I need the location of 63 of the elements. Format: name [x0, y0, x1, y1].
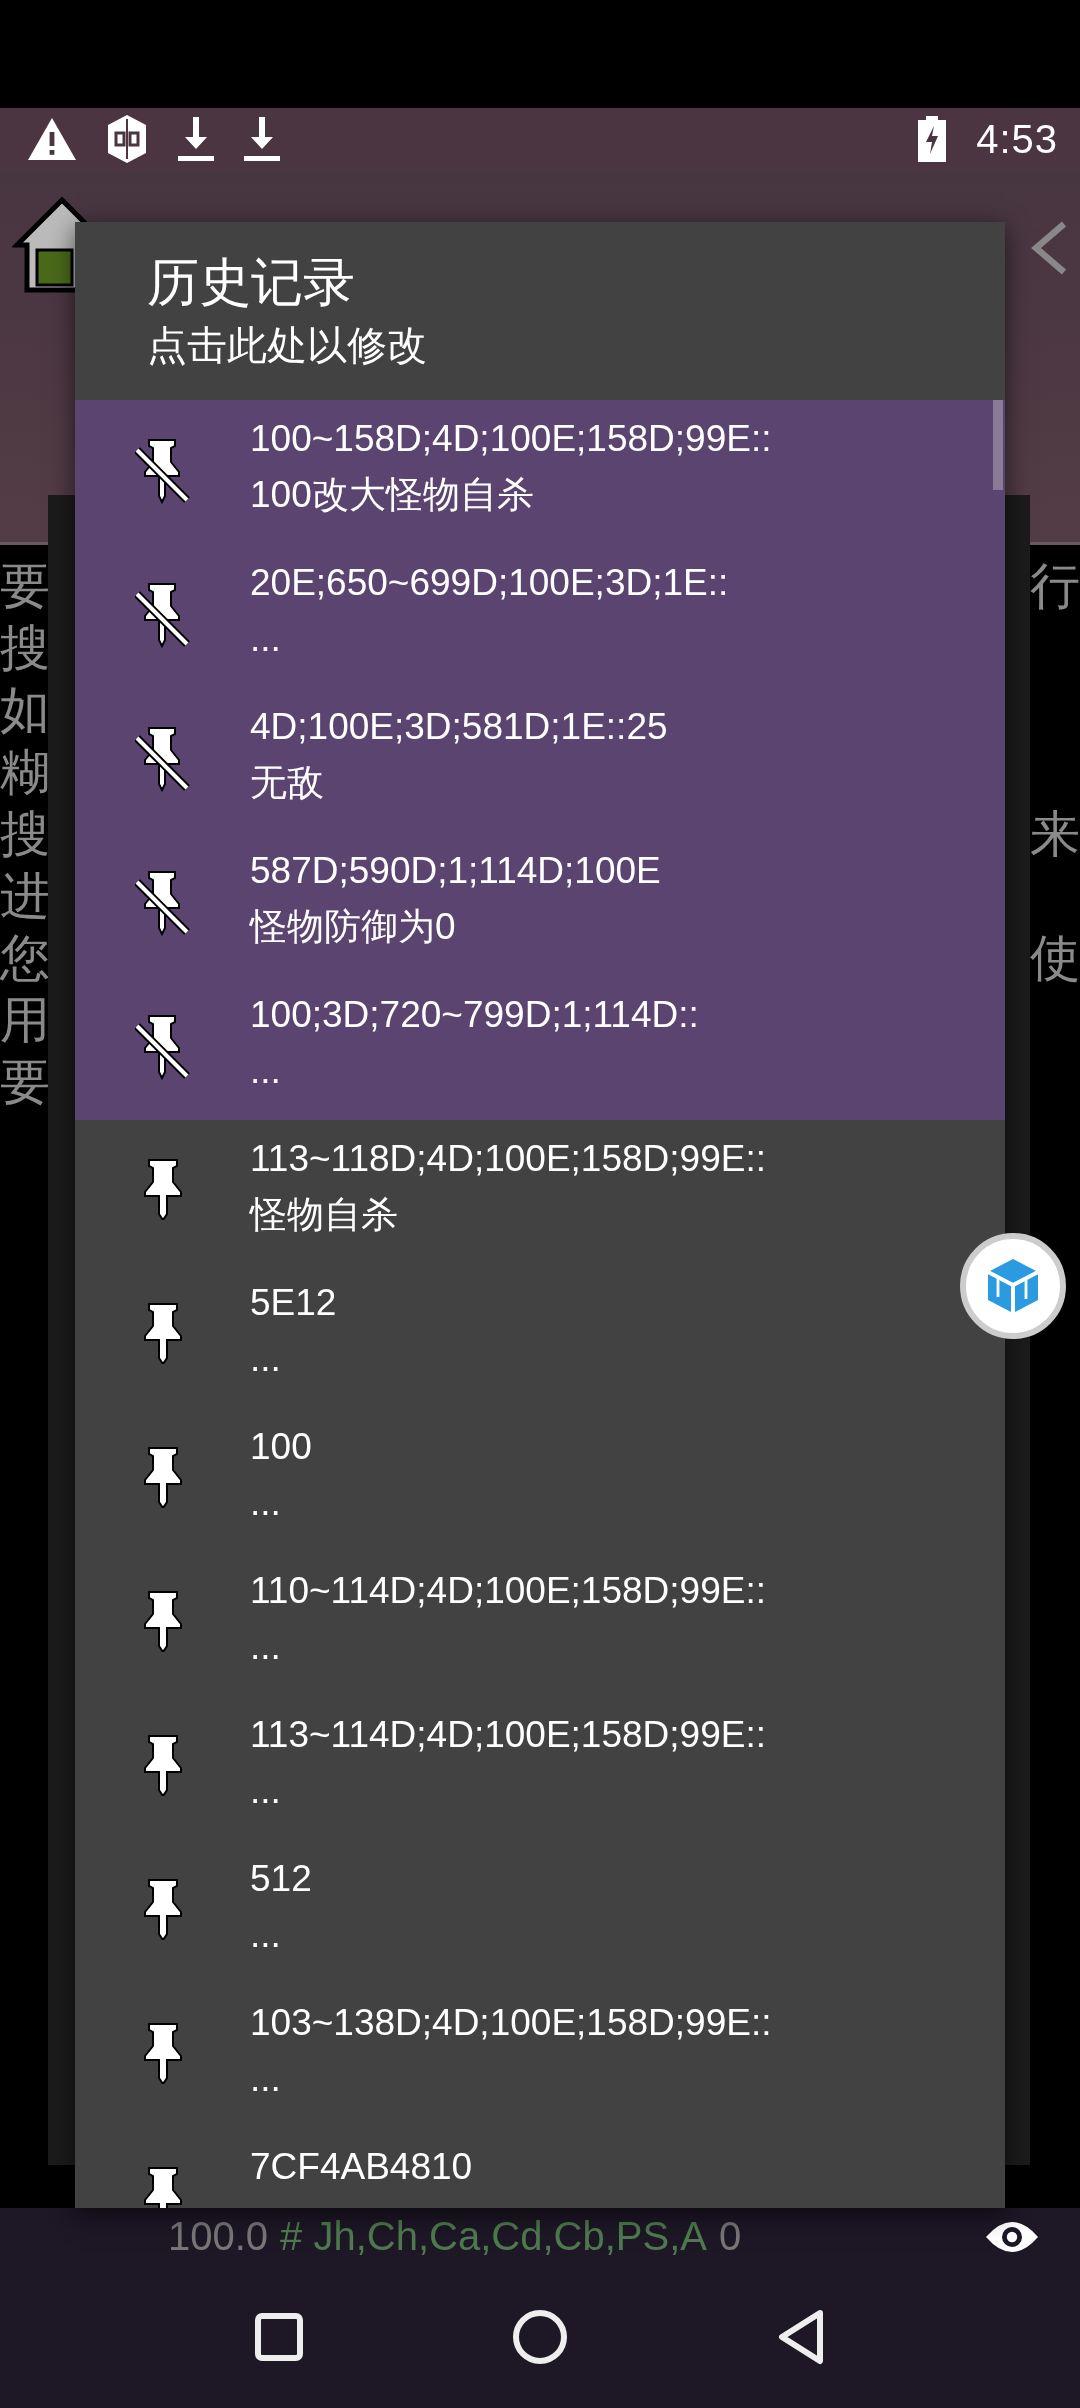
- history-note: 无敌: [250, 761, 325, 805]
- history-item[interactable]: 113~118D;4D;100E;158D;99E:: 怪物自杀: [75, 1120, 1005, 1264]
- history-value: 100~158D;4D;100E;158D;99E::: [250, 417, 772, 461]
- crossed-pin-icon[interactable]: [134, 1014, 191, 1080]
- history-value: 100;3D;720~799D;1;114D::: [250, 993, 699, 1037]
- history-item[interactable]: 100 ...: [75, 1408, 1005, 1552]
- history-item[interactable]: 113~114D;4D;100E;158D;99E:: ...: [75, 1696, 1005, 1840]
- recents-button[interactable]: [254, 2311, 304, 2362]
- background-text: 行: [1030, 557, 1080, 616]
- back-button[interactable]: [776, 2308, 826, 2365]
- warning-icon: [28, 118, 76, 160]
- history-note: 怪物防御为0: [250, 905, 457, 949]
- history-value: 5E12: [250, 1281, 337, 1325]
- history-value: 4D;100E;3D;581D;1E::25: [250, 705, 668, 749]
- history-item[interactable]: 4D;100E;3D;581D;1E::25 无敌: [75, 688, 1005, 832]
- history-value: 100: [250, 1425, 312, 1469]
- history-value: 113~114D;4D;100E;158D;99E::: [250, 1713, 766, 1757]
- history-item[interactable]: 20E;650~699D;100E;3D;1E:: ...: [75, 544, 1005, 688]
- history-item[interactable]: 100~158D;4D;100E;158D;99E:: 100改大怪物自杀: [75, 400, 1005, 544]
- history-note: ...: [250, 1625, 282, 1669]
- crossed-pin-icon[interactable]: [134, 582, 191, 648]
- background-text: 使: [1030, 929, 1080, 988]
- history-value: 103~138D;4D;100E;158D;99E::: [250, 2001, 772, 2045]
- history-note: ...: [250, 1481, 282, 1525]
- cube-icon: [986, 1257, 1040, 1315]
- history-item[interactable]: 512 ...: [75, 1840, 1005, 1984]
- history-item[interactable]: 7CF4AB4810: [75, 2128, 1005, 2208]
- background-text: 要搜如糊搜进您用要: [0, 557, 51, 1112]
- history-note: ...: [250, 617, 282, 661]
- history-item[interactable]: 103~138D;4D;100E;158D;99E:: ...: [75, 1984, 1005, 2128]
- history-note: 怪物自杀: [250, 1193, 399, 1237]
- history-note: ...: [250, 1769, 282, 1813]
- dialog-subtitle: 点击此处以修改: [147, 322, 428, 369]
- history-item[interactable]: 587D;590D;1;114D;100E 怪物防御为0: [75, 832, 1005, 976]
- history-value: 110~114D;4D;100E;158D;99E::: [250, 1569, 766, 1613]
- background-text: 来: [1030, 805, 1080, 864]
- history-note: ...: [250, 1913, 282, 1957]
- clock-time: 4:53: [976, 116, 1058, 162]
- home-button[interactable]: [512, 2308, 568, 2365]
- history-value: 587D;590D;1;114D;100E: [250, 849, 661, 893]
- history-note: ...: [250, 1049, 282, 1093]
- scrollbar-thumb[interactable]: [993, 400, 1003, 490]
- crossed-pin-icon[interactable]: [134, 726, 191, 792]
- history-value: 20E;650~699D;100E;3D;1E::: [250, 561, 729, 605]
- history-value: 7CF4AB4810: [250, 2145, 473, 2189]
- type-flags: # Jh,Ch,Ca,Cd,Cb,PS,A: [280, 2214, 707, 2259]
- history-value: 512: [250, 1857, 312, 1901]
- crossed-pin-icon[interactable]: [134, 438, 191, 504]
- history-item[interactable]: 100;3D;720~799D;1;114D:: ...: [75, 976, 1005, 1120]
- crossed-pin-icon[interactable]: [134, 870, 191, 936]
- history-note: 100改大怪物自杀: [250, 473, 535, 517]
- history-item[interactable]: 110~114D;4D;100E;158D;99E:: ...: [75, 1552, 1005, 1696]
- count-text: 0: [718, 2214, 742, 2259]
- history-note: ...: [250, 1337, 282, 1381]
- history-note: ...: [250, 2057, 282, 2101]
- download-icon: [178, 117, 214, 161]
- shield-icon: [106, 115, 148, 163]
- dialog-header[interactable]: 历史记录 点击此处以修改: [75, 222, 1005, 400]
- dialog-title: 历史记录: [147, 252, 356, 313]
- history-value: 113~118D;4D;100E;158D;99E::: [250, 1137, 766, 1181]
- download-icon: [244, 117, 280, 161]
- value-text: 100.0: [168, 2214, 269, 2259]
- battery-charging-icon: [918, 116, 947, 162]
